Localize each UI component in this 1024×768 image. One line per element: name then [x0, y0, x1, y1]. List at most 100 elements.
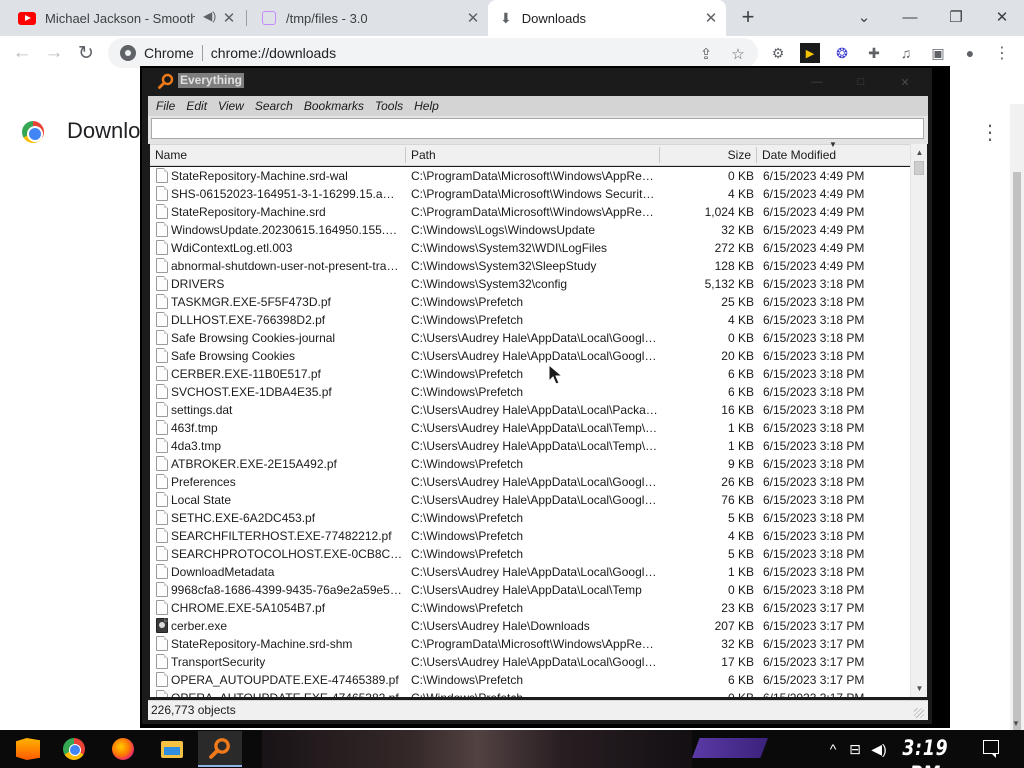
file-name: WdiContextLog.etl.003: [171, 241, 293, 255]
tab-youtube[interactable]: Michael Jackson - Smooth ◀) ✕: [0, 0, 244, 36]
column-header-size[interactable]: Size: [661, 145, 755, 165]
table-row[interactable]: SEARCHPROTOCOLHOST.EXE-0CB8CADE.pf C:\Win…: [150, 545, 910, 563]
speaker-icon[interactable]: ◀): [203, 9, 216, 23]
volume-icon[interactable]: ◀): [870, 738, 888, 760]
file-path: C:\Windows\Prefetch: [411, 385, 524, 399]
taskbar-firefox[interactable]: [101, 731, 145, 767]
column-separator[interactable]: [756, 147, 757, 163]
table-row[interactable]: WdiContextLog.etl.003 C:\Windows\System32…: [150, 239, 910, 257]
close-tab-icon[interactable]: ✕: [464, 9, 482, 27]
scroll-down-icon[interactable]: ▼: [1012, 719, 1020, 728]
table-row[interactable]: settings.dat C:\Users\Audrey Hale\AppData…: [150, 401, 910, 419]
table-row[interactable]: CHROME.EXE-5A1054B7.pf C:\Windows\Prefetc…: [150, 599, 910, 617]
menu-bookmarks[interactable]: Bookmarks: [304, 99, 364, 113]
menu-tools[interactable]: Tools: [375, 99, 403, 113]
table-row[interactable]: Safe Browsing Cookies-journal C:\Users\Au…: [150, 329, 910, 347]
tab-search-icon[interactable]: ⌄: [842, 4, 886, 30]
tab-tmp-files[interactable]: /tmp/files - 3.0 ✕: [248, 0, 488, 36]
downloads-more-icon[interactable]: ⋮: [980, 120, 1000, 144]
everything-minimize-button[interactable]: —: [798, 74, 836, 90]
table-row[interactable]: SHS-06152023-164951-3-1-16299.15.amd64f.…: [150, 185, 910, 203]
table-row[interactable]: TransportSecurity C:\Users\Audrey Hale\Ap…: [150, 653, 910, 671]
results-scrollbar[interactable]: ▲ ▼: [910, 144, 927, 697]
column-header-path[interactable]: Path: [407, 145, 659, 165]
table-row[interactable]: OPERA_AUTOUPDATE.EXE-47465389.pf C:\Windo…: [150, 671, 910, 689]
notifications-icon[interactable]: [983, 740, 999, 758]
table-row[interactable]: SVCHOST.EXE-1DBA4E35.pf C:\Windows\Prefet…: [150, 383, 910, 401]
forward-button[interactable]: →: [41, 40, 67, 66]
column-separator[interactable]: [405, 147, 406, 163]
taskbar-everything[interactable]: [198, 731, 242, 767]
extension-yellow-icon[interactable]: ▶: [800, 43, 820, 63]
taskbar-file-explorer[interactable]: [150, 731, 194, 767]
minimize-button[interactable]: —: [888, 4, 932, 30]
menu-search[interactable]: Search: [255, 99, 293, 113]
table-row[interactable]: abnormal-shutdown-user-not-present-trace…: [150, 257, 910, 275]
table-row[interactable]: Local State C:\Users\Audrey Hale\AppData\…: [150, 491, 910, 509]
page-scrollbar[interactable]: ▼: [1010, 104, 1024, 732]
close-window-button[interactable]: ✕: [980, 4, 1024, 30]
table-row[interactable]: DownloadMetadata C:\Users\Audrey Hale\App…: [150, 563, 910, 581]
table-row[interactable]: DLLHOST.EXE-766398D2.pf C:\Windows\Prefet…: [150, 311, 910, 329]
table-row[interactable]: TASKMGR.EXE-5F5F473D.pf C:\Windows\Prefet…: [150, 293, 910, 311]
table-row[interactable]: OPERA_AUTOUPDATE.EXE-47465382.pf C:\Windo…: [150, 689, 910, 697]
menu-help[interactable]: Help: [414, 99, 439, 113]
everything-maximize-button[interactable]: □: [842, 74, 880, 90]
media-controls-icon[interactable]: ♫: [896, 43, 916, 63]
table-row[interactable]: StateRepository-Machine.srd-shm C:\Progra…: [150, 635, 910, 653]
table-row[interactable]: CERBER.EXE-11B0E517.pf C:\Windows\Prefetc…: [150, 365, 910, 383]
omnibox-url[interactable]: chrome://downloads: [211, 45, 336, 61]
close-tab-icon[interactable]: ✕: [702, 9, 720, 27]
extensions-puzzle-icon[interactable]: ✚: [864, 43, 884, 63]
table-row[interactable]: StateRepository-Machine.srd C:\ProgramDat…: [150, 203, 910, 221]
table-row[interactable]: 4da3.tmp C:\Users\Audrey Hale\AppData\Loc…: [150, 437, 910, 455]
start-button[interactable]: [6, 731, 50, 767]
more-menu-icon[interactable]: ⋮: [992, 43, 1012, 63]
column-header-name[interactable]: Name: [151, 145, 405, 165]
table-row[interactable]: cerber.exe C:\Users\Audrey Hale\Downloads…: [150, 617, 910, 635]
extension-blue-icon[interactable]: ❂: [832, 43, 852, 63]
menu-edit[interactable]: Edit: [186, 99, 207, 113]
column-separator[interactable]: [659, 147, 660, 163]
extension-icon[interactable]: ⚙: [768, 43, 788, 63]
network-icon[interactable]: ⊟: [846, 738, 864, 760]
table-row[interactable]: 463f.tmp C:\Users\Audrey Hale\AppData\Loc…: [150, 419, 910, 437]
back-button[interactable]: ←: [9, 40, 35, 66]
file-name: 4da3.tmp: [171, 439, 222, 453]
table-row[interactable]: 9968cfa8-1686-4399-9435-76a9e2a59e56.tmp…: [150, 581, 910, 599]
page-scroll-thumb[interactable]: [1013, 172, 1021, 732]
share-icon[interactable]: ⇪: [696, 44, 716, 64]
menu-view[interactable]: View: [218, 99, 244, 113]
everything-search-input[interactable]: [151, 118, 924, 139]
scroll-down-icon[interactable]: ▼: [912, 681, 927, 696]
table-row[interactable]: SEARCHFILTERHOST.EXE-77482212.pf C:\Windo…: [150, 527, 910, 545]
results-scroll-thumb[interactable]: [914, 161, 924, 175]
table-row[interactable]: Safe Browsing Cookies C:\Users\Audrey Hal…: [150, 347, 910, 365]
table-row[interactable]: Preferences C:\Users\Audrey Hale\AppData\…: [150, 473, 910, 491]
table-row[interactable]: DRIVERS C:\Windows\System32\config 5,132 K…: [150, 275, 910, 293]
side-panel-icon[interactable]: ▣: [928, 43, 948, 63]
scroll-up-icon[interactable]: ▲: [912, 145, 927, 160]
new-tab-button[interactable]: +: [736, 4, 760, 29]
date-modified: 6/15/2023 3:17 PM: [763, 601, 865, 615]
taskbar-clock[interactable]: 3:19 PM: [900, 735, 951, 768]
file-name: DLLHOST.EXE-766398D2.pf: [171, 313, 326, 327]
table-row[interactable]: ATBROKER.EXE-2E15A492.pf C:\Windows\Prefe…: [150, 455, 910, 473]
table-row[interactable]: WindowsUpdate.20230615.164950.155.1.etl C…: [150, 221, 910, 239]
reload-button[interactable]: ↻: [73, 40, 99, 66]
address-bar[interactable]: Chrome chrome://downloads ⇪ ☆: [108, 38, 758, 68]
file-path: C:\Users\Audrey Hale\AppData\Local\Packa…: [411, 403, 660, 417]
menu-file[interactable]: File: [156, 99, 175, 113]
taskbar-chrome[interactable]: [52, 731, 96, 767]
file-path: C:\Windows\Prefetch: [411, 295, 524, 309]
restore-button[interactable]: ❐: [934, 4, 978, 30]
close-tab-icon[interactable]: ✕: [220, 9, 238, 27]
show-hidden-icons-icon[interactable]: ^: [826, 738, 840, 760]
profile-icon[interactable]: ●: [960, 43, 980, 63]
table-row[interactable]: SETHC.EXE-6A2DC453.pf C:\Windows\Prefetch…: [150, 509, 910, 527]
table-row[interactable]: StateRepository-Machine.srd-wal C:\Progra…: [150, 167, 910, 185]
tab-downloads[interactable]: ⬇ Downloads ✕: [488, 0, 726, 36]
everything-close-button[interactable]: ✕: [886, 74, 924, 90]
bookmark-star-icon[interactable]: ☆: [728, 44, 748, 64]
resize-grip-icon[interactable]: [914, 708, 924, 718]
